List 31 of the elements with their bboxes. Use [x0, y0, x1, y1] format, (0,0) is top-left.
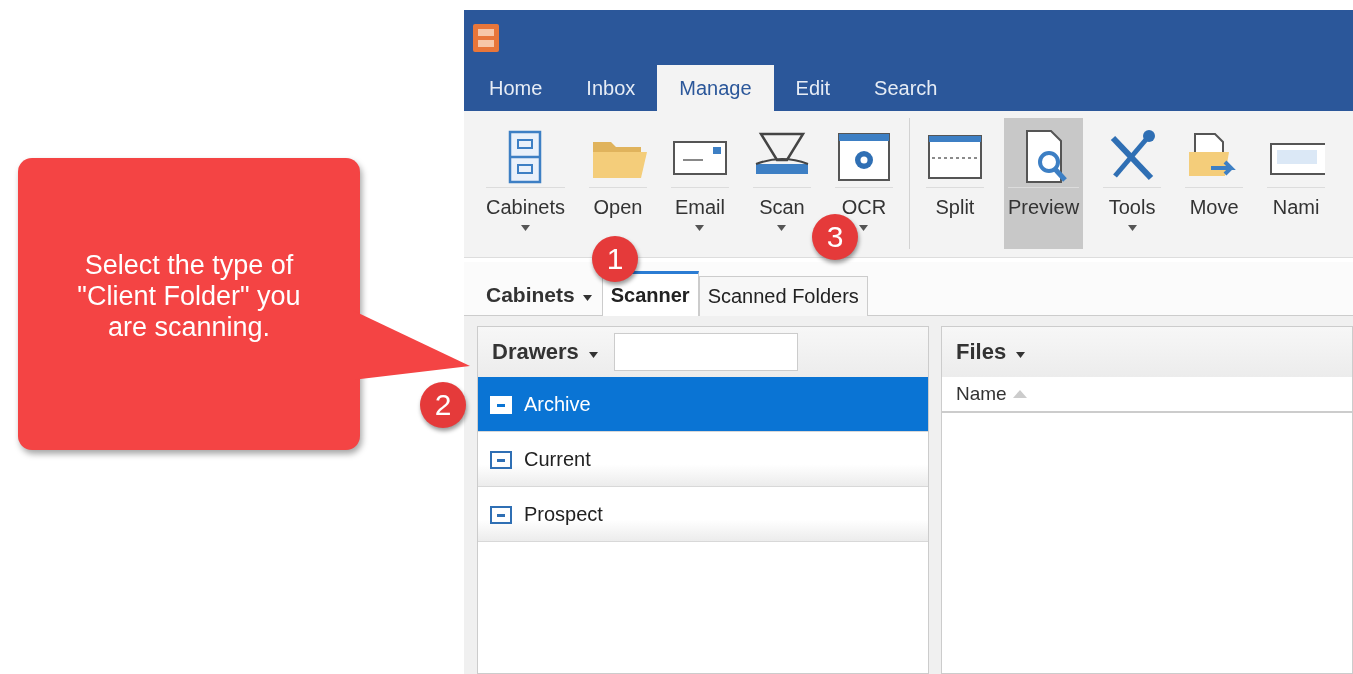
ribbon-button[interactable]: Scan	[748, 118, 815, 235]
ribbon-button[interactable]: Move	[1181, 118, 1248, 223]
pane-title: Drawers	[492, 339, 579, 365]
ribbon-button[interactable]: Preview	[1003, 118, 1084, 249]
view-tab[interactable]: Scanner	[601, 271, 699, 316]
ribbon-button[interactable]: Email	[666, 118, 733, 235]
caret-icon	[582, 295, 592, 301]
step-marker: 2	[420, 382, 466, 428]
callout-text: Select the type of "Client Folder" you are scanning.	[76, 250, 302, 344]
pane-title: Files	[956, 339, 1007, 365]
ribbon-tab[interactable]: Manage	[657, 65, 774, 111]
ribbon-button[interactable]: Nami	[1263, 118, 1330, 223]
app-icon	[473, 23, 499, 52]
drawer-item[interactable]: Archive	[478, 377, 928, 432]
drawer-icon	[490, 449, 512, 469]
ribbon-tab[interactable]: Search	[852, 65, 960, 111]
view-tab[interactable]: Scanned Folders	[698, 276, 868, 316]
caret-icon	[588, 352, 598, 358]
ribbon-button[interactable]: Cabinets	[482, 118, 569, 235]
drawer-icon	[490, 504, 512, 524]
sort-ascending-icon	[1012, 390, 1027, 398]
caret-icon	[1016, 352, 1026, 358]
filter-field[interactable]	[613, 333, 798, 371]
ribbon-tab[interactable]: Edit	[773, 65, 853, 111]
ribbon-button[interactable]: Split	[921, 118, 988, 223]
drawer-icon	[490, 394, 512, 414]
ribbon-tab[interactable]: Inbox	[564, 65, 658, 111]
ribbon-tab[interactable]: Home	[467, 65, 565, 111]
ribbon-button[interactable]: Tools	[1099, 118, 1166, 235]
column-header[interactable]: Name	[942, 377, 1352, 413]
ribbon-button[interactable]: Open	[584, 118, 651, 223]
